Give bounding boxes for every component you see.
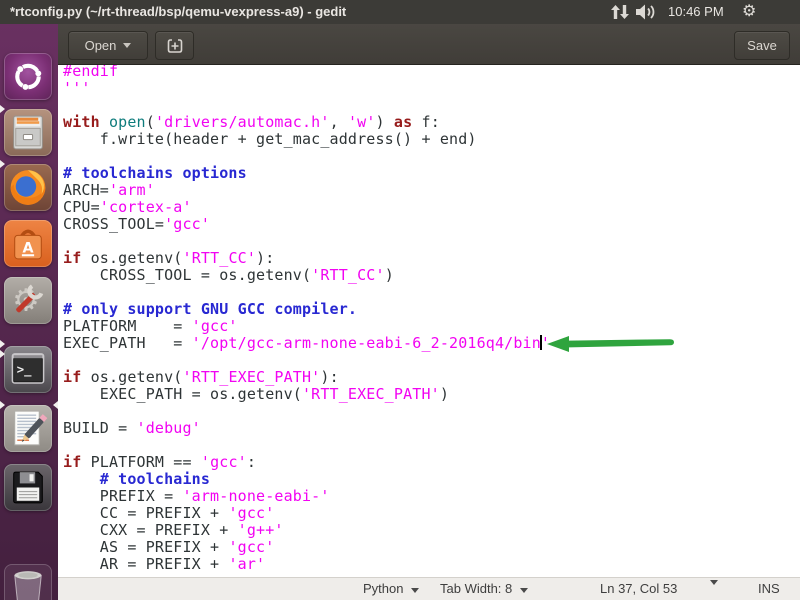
top-panel: *rtconfig.py (~/rt-thread/bsp/qemu-vexpr… — [0, 0, 800, 24]
code-line — [63, 403, 550, 420]
code-line: EXEC_PATH = os.getenv('RTT_EXEC_PATH') — [63, 386, 550, 403]
code-line: CROSS_TOOL = os.getenv('RTT_CC') — [63, 267, 550, 284]
save-button[interactable]: Save — [734, 31, 790, 60]
code-line — [63, 148, 550, 165]
running-indicator — [0, 340, 5, 348]
clock[interactable]: 10:46 PM — [668, 0, 724, 24]
code-line: PREFIX = 'arm-none-eabi-' — [63, 488, 550, 505]
code-line: CPU='cortex-a' — [63, 199, 550, 216]
gedit-icon — [4, 405, 52, 452]
code-line: # only support GNU GCC compiler. — [63, 301, 550, 318]
launcher-item-settings[interactable]: ⚙ — [4, 277, 52, 324]
code-line: f.write(header + get_mac_address() + end… — [63, 131, 550, 148]
code-lines: #endif''' with open('drivers/automac.h',… — [63, 65, 550, 573]
desktop: *rtconfig.py (~/rt-thread/bsp/qemu-vexpr… — [0, 0, 800, 600]
language-selector[interactable]: Python — [363, 578, 419, 600]
window-title: *rtconfig.py (~/rt-thread/bsp/qemu-vexpr… — [10, 0, 346, 24]
save-button-label: Save — [747, 38, 777, 53]
launcher-item-dash[interactable] — [4, 53, 52, 100]
chevron-down-icon — [710, 580, 718, 585]
chevron-down-icon — [411, 588, 419, 593]
running-indicator — [0, 160, 5, 168]
launcher-item-trash[interactable] — [4, 564, 52, 600]
chevron-down-icon — [123, 43, 131, 48]
insert-mode-indicator: INS — [758, 578, 780, 600]
ubuntu-dash-icon — [4, 53, 52, 100]
chevron-down-icon — [520, 588, 528, 593]
gedit-headerbar: Open Save — [58, 24, 800, 65]
code-line: # toolchains — [63, 471, 550, 488]
code-line: CROSS_TOOL='gcc' — [63, 216, 550, 233]
launcher-item-files[interactable] — [4, 109, 52, 156]
code-line: AR = PREFIX + 'ar' — [63, 556, 550, 573]
code-line: ARCH='arm' — [63, 182, 550, 199]
code-line: #endif — [63, 65, 550, 80]
code-line: PLATFORM = 'gcc' — [63, 318, 550, 335]
code-line: # toolchains options — [63, 165, 550, 182]
volume-icon[interactable] — [636, 4, 658, 28]
code-line: if os.getenv('RTT_CC'): — [63, 250, 550, 267]
code-line — [63, 437, 550, 454]
code-line — [63, 97, 550, 114]
code-line: with open('drivers/automac.h', 'w') as f… — [63, 114, 550, 131]
terminal-icon: >_ — [4, 346, 52, 393]
code-line: if os.getenv('RTT_EXEC_PATH'): — [63, 369, 550, 386]
trash-icon — [4, 564, 52, 600]
launcher-item-gedit[interactable] — [4, 405, 52, 452]
svg-text:>_: >_ — [17, 363, 32, 378]
floppy-disk-icon — [4, 464, 52, 511]
code-line: EXEC_PATH = '/opt/gcc-arm-none-eabi-6_2-… — [63, 335, 550, 352]
new-document-button[interactable] — [155, 31, 194, 60]
code-line: ''' — [63, 80, 550, 97]
open-button-label: Open — [85, 38, 117, 53]
running-indicator — [0, 105, 5, 113]
code-line: AS = PREFIX + 'gcc' — [63, 539, 550, 556]
open-button[interactable]: Open — [68, 31, 148, 60]
language-label: Python — [363, 578, 403, 600]
files-icon — [4, 109, 52, 156]
ubuntu-software-icon: A — [4, 220, 52, 267]
running-indicator — [0, 401, 5, 409]
unity-launcher: A ⚙ >_ — [0, 24, 58, 600]
tab-width-selector[interactable]: Tab Width: 8 — [440, 578, 528, 600]
code-line — [63, 284, 550, 301]
launcher-item-floppy[interactable] — [4, 464, 52, 511]
system-settings-icon: ⚙ — [4, 277, 52, 324]
code-line: BUILD = 'debug' — [63, 420, 550, 437]
running-indicator — [0, 350, 5, 358]
code-line: CC = PREFIX + 'gcc' — [63, 505, 550, 522]
code-line — [63, 233, 550, 250]
cursor-position-selector[interactable]: Ln 37, Col 53 — [600, 578, 677, 600]
insert-mode-label: INS — [758, 578, 780, 600]
new-document-icon — [165, 36, 185, 56]
code-line — [63, 352, 550, 369]
statusbar: Python Tab Width: 8 Ln 37, Col 53 INS — [58, 577, 800, 600]
cursor-position-caret[interactable] — [710, 578, 718, 585]
launcher-item-firefox[interactable] — [4, 164, 52, 211]
code-line: CXX = PREFIX + 'g++' — [63, 522, 550, 539]
text-area[interactable]: #endif''' with open('drivers/automac.h',… — [58, 65, 800, 577]
focused-indicator — [53, 401, 58, 409]
launcher-item-software[interactable]: A — [4, 220, 52, 267]
session-gear-icon[interactable]: ⚙ — [742, 0, 756, 24]
firefox-icon — [4, 164, 52, 211]
launcher-item-terminal[interactable]: >_ — [4, 346, 52, 393]
code-line: if PLATFORM == 'gcc': — [63, 454, 550, 471]
tab-width-label: Tab Width: 8 — [440, 578, 512, 600]
cursor-position-label: Ln 37, Col 53 — [600, 578, 677, 600]
network-arrows-icon[interactable] — [611, 5, 629, 29]
